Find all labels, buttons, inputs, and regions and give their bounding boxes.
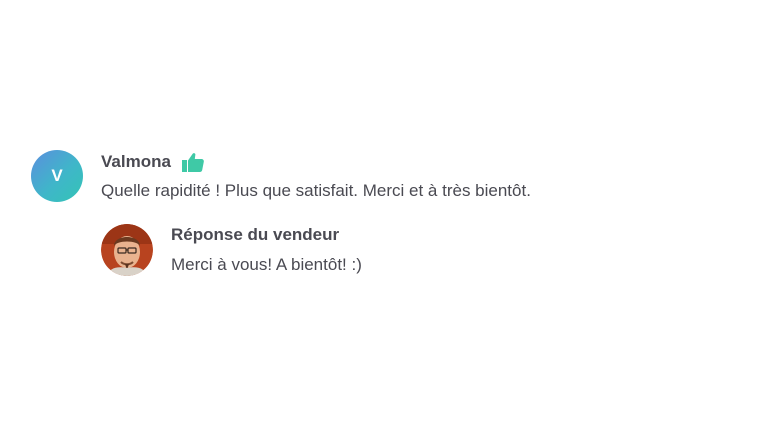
review-item: V Valmona Quelle rapidité ! Plus que sat… — [31, 150, 731, 276]
reviewer-avatar[interactable]: V — [31, 150, 83, 202]
review-page: V Valmona Quelle rapidité ! Plus que sat… — [0, 0, 760, 427]
reviewer-name[interactable]: Valmona — [101, 152, 171, 172]
review-text: Quelle rapidité ! Plus que satisfait. Me… — [101, 181, 531, 200]
thumbs-up-icon — [181, 151, 205, 173]
review-row: V Valmona Quelle rapidité ! Plus que sat… — [31, 150, 731, 202]
seller-reply: Réponse du vendeur Merci à vous! A bient… — [101, 224, 362, 276]
reply-title: Réponse du vendeur — [171, 225, 340, 244]
review-body: Valmona Quelle rapidité ! Plus que satis… — [101, 151, 531, 202]
seller-avatar[interactable] — [101, 224, 153, 276]
author-line: Valmona — [101, 151, 531, 173]
reply-body: Réponse du vendeur Merci à vous! A bient… — [171, 224, 362, 276]
reply-text: Merci à vous! A bientôt! :) — [171, 255, 362, 274]
